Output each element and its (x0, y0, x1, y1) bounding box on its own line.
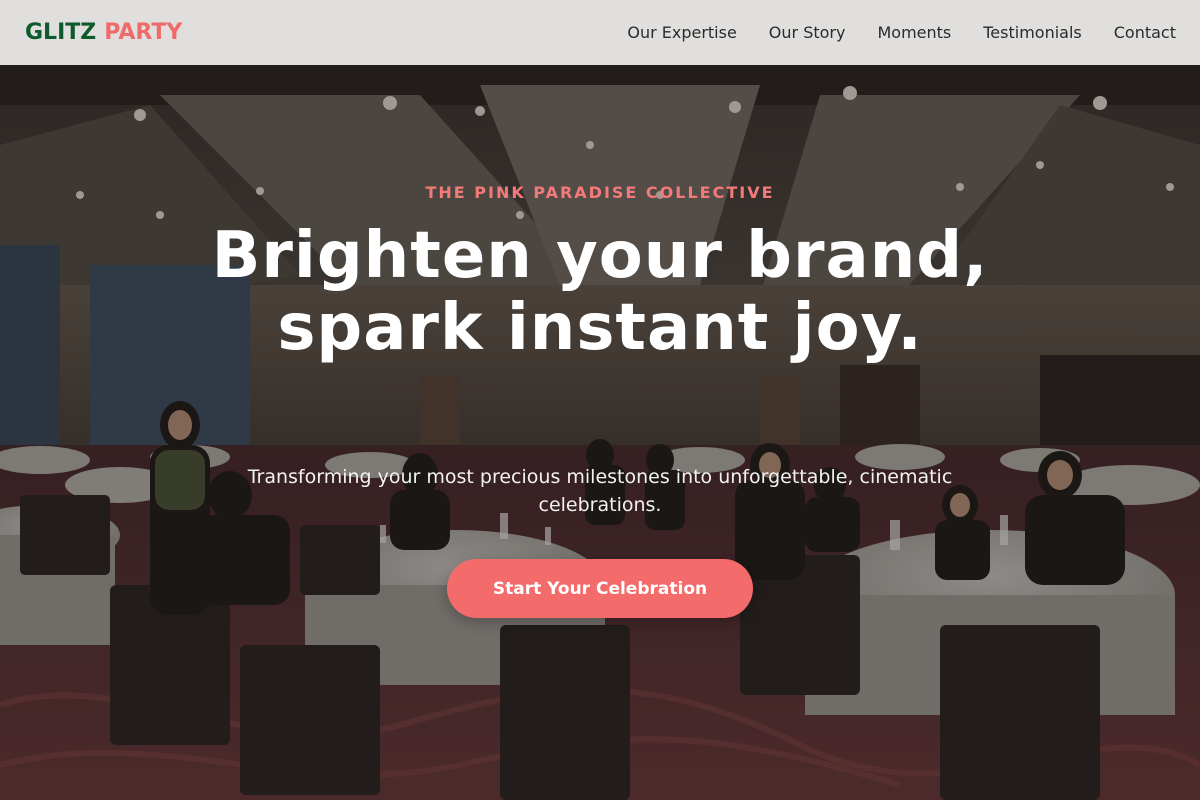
brand-logo-word-party: PARTY (104, 20, 183, 45)
brand-logo[interactable]: GLITZ PARTY (25, 20, 182, 45)
hero-content: THE PINK PARADISE COLLECTIVE Brighten yo… (0, 65, 1200, 800)
hero-section: THE PINK PARADISE COLLECTIVE Brighten yo… (0, 65, 1200, 800)
nav-item-our-story[interactable]: Our Story (769, 23, 846, 42)
nav-item-moments[interactable]: Moments (877, 23, 951, 42)
start-celebration-button[interactable]: Start Your Celebration (447, 559, 753, 618)
nav-item-contact[interactable]: Contact (1114, 23, 1176, 42)
main-nav: Our Expertise Our Story Moments Testimon… (627, 23, 1176, 42)
brand-logo-word-glitz: GLITZ (25, 20, 97, 45)
site-header: GLITZ PARTY Our Expertise Our Story Mome… (0, 0, 1200, 65)
nav-item-our-expertise[interactable]: Our Expertise (627, 23, 736, 42)
hero-subheadline: Transforming your most precious mileston… (247, 466, 953, 516)
hero-eyebrow: THE PINK PARADISE COLLECTIVE (425, 183, 775, 202)
nav-item-testimonials[interactable]: Testimonials (983, 23, 1082, 42)
hero-headline: Brighten your brand, spark instant joy. (211, 219, 989, 365)
